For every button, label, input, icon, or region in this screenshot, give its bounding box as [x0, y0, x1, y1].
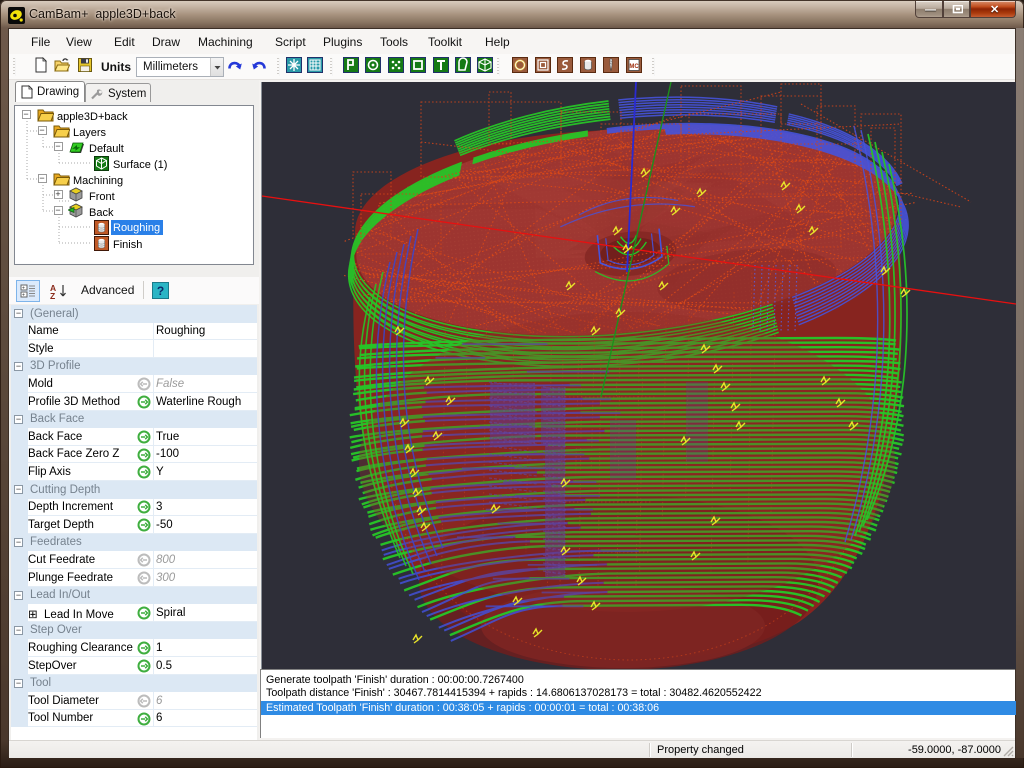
svg-text:+: + [22, 293, 25, 299]
svg-text:MC: MC [629, 64, 639, 70]
svg-text:Z: Z [50, 291, 55, 300]
svg-text:+: + [22, 286, 25, 292]
